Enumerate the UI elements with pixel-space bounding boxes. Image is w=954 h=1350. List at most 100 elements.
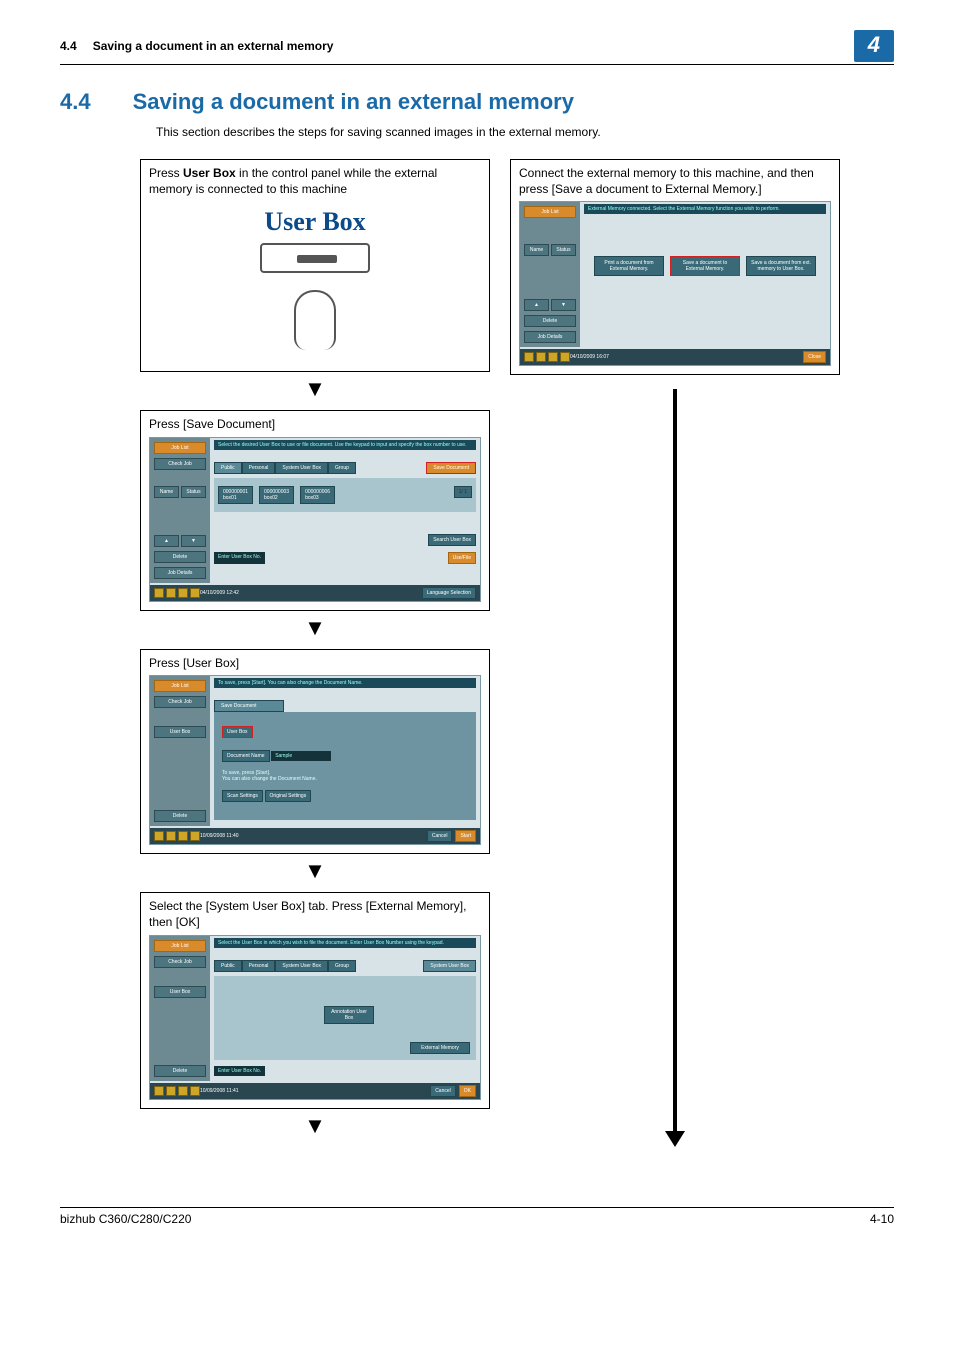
- start-button[interactable]: Start: [455, 830, 476, 842]
- delete-button[interactable]: Delete: [154, 551, 206, 563]
- step-l2: Press [Save Document] Job List Check Job…: [140, 410, 490, 611]
- screen4-content: Public Personal System User Box Group Sy…: [214, 960, 476, 1077]
- screen2-status: 04/10/2009 12:42 Language Selection: [150, 585, 480, 601]
- step-l1-cap-a: Press: [149, 166, 183, 180]
- check-job-button[interactable]: Check Job: [154, 458, 206, 470]
- tab-system[interactable]: System User Box: [275, 462, 328, 474]
- header-section-title: Saving a document in an external memory: [93, 39, 334, 53]
- job-list-button[interactable]: Job List: [154, 680, 206, 692]
- original-settings-button[interactable]: Original Settings: [265, 790, 312, 802]
- step-r1: Connect the external memory to this mach…: [510, 159, 840, 375]
- annotation-userbox-button[interactable]: Annotation User Box: [324, 1006, 374, 1024]
- tab-personal[interactable]: Personal: [242, 960, 276, 972]
- enter-box-no[interactable]: Enter User Box No.: [214, 1066, 265, 1076]
- cancel-button[interactable]: Cancel: [430, 1085, 456, 1097]
- external-memory-button[interactable]: External Memory: [410, 1042, 470, 1054]
- search-userbox-button[interactable]: Search User Box: [428, 534, 476, 546]
- hint-text: To save, press [Start]. You can also cha…: [222, 770, 468, 782]
- step-l1-caption: Press User Box in the control panel whil…: [149, 166, 481, 197]
- job-list-button[interactable]: Job List: [524, 206, 576, 218]
- arrow-down-icon: [665, 1131, 685, 1147]
- page-header: 4.4 Saving a document in an external mem…: [60, 30, 894, 65]
- step-l3-caption: Press [User Box]: [149, 656, 481, 672]
- ok-button[interactable]: OK: [459, 1085, 476, 1097]
- cancel-button[interactable]: Cancel: [427, 830, 453, 842]
- status-icons: [154, 831, 200, 841]
- save-to-ext-button[interactable]: Save a document to External Memory.: [670, 256, 740, 276]
- enter-box-no[interactable]: Enter User Box No.: [214, 552, 265, 564]
- up-button[interactable]: ▲: [524, 299, 549, 311]
- tab-system2[interactable]: System User Box: [423, 960, 476, 972]
- screen-userbox: Job List Check Job User Box Delete To sa…: [149, 675, 481, 845]
- scan-settings-button[interactable]: Scan Settings: [222, 790, 263, 802]
- arrow-down-icon: ▼: [140, 617, 490, 639]
- tab-personal[interactable]: Personal: [242, 462, 276, 474]
- intro-text: This section describes the steps for sav…: [156, 125, 894, 139]
- userbox-select-button[interactable]: User Box: [222, 726, 253, 738]
- userbox-button-outline[interactable]: [260, 243, 370, 273]
- tab-system[interactable]: System User Box: [275, 960, 328, 972]
- down-button[interactable]: ▼: [551, 299, 576, 311]
- screen-ext-memory: Job List Name Status ▲ ▼ Delete Job Deta…: [519, 201, 831, 366]
- header-section-num: 4.4: [60, 39, 77, 53]
- heading-text: Saving a document in an external memory: [133, 89, 574, 115]
- step-l1-cap-bold: User Box: [183, 166, 236, 180]
- status-datetime: 10/09/2008 11:41: [200, 1088, 239, 1094]
- screen4-status: 10/09/2008 11:41 Cancel OK: [150, 1083, 480, 1099]
- job-list-button[interactable]: Job List: [154, 442, 206, 454]
- page-footer: bizhub C360/C280/C220 4-10: [60, 1207, 894, 1226]
- screen2-content: Public Personal System User Box Group Sa…: [214, 462, 476, 579]
- status-datetime: 04/10/2009 12:42: [200, 590, 239, 596]
- step-l3: Press [User Box] Job List Check Job User…: [140, 649, 490, 855]
- flow-columns: Press User Box in the control panel whil…: [140, 159, 894, 1147]
- tab-group[interactable]: Group: [328, 960, 356, 972]
- doc-name-value[interactable]: Sample: [271, 751, 331, 761]
- col-status: Status: [181, 486, 206, 498]
- delete-button[interactable]: Delete: [154, 1065, 206, 1077]
- screen3-msg: To save, press [Start]. You can also cha…: [214, 678, 476, 688]
- use-file-button[interactable]: Use/File: [448, 552, 476, 564]
- box01[interactable]: 000000001box01: [218, 486, 253, 504]
- tab-public[interactable]: Public: [214, 960, 242, 972]
- close-button[interactable]: Close: [803, 351, 826, 363]
- job-details-button[interactable]: Job Details: [524, 331, 576, 343]
- screen4-msg: Select the User Box in which you wish to…: [214, 938, 476, 948]
- userbox-label: User Box: [149, 207, 481, 237]
- language-button[interactable]: Language Selection: [422, 587, 476, 599]
- status-icons: [154, 1086, 200, 1096]
- tab-group[interactable]: Group: [328, 462, 356, 474]
- up-button[interactable]: ▲: [154, 535, 179, 547]
- save-document-button[interactable]: Save Document: [426, 462, 476, 474]
- down-button[interactable]: ▼: [181, 535, 206, 547]
- box02[interactable]: 000000003box02: [259, 486, 294, 504]
- step-l4: Select the [System User Box] tab. Press …: [140, 892, 490, 1108]
- box03[interactable]: 000000006box03: [300, 486, 335, 504]
- check-job-button[interactable]: Check Job: [154, 696, 206, 708]
- screen3-sidebar: Job List Check Job User Box Delete: [150, 676, 210, 826]
- tab-public[interactable]: Public: [214, 462, 242, 474]
- screen2-msg: Select the desired User Box to use or fi…: [214, 440, 476, 450]
- arrow-down-icon: ▼: [140, 860, 490, 882]
- col-right: Connect the external memory to this mach…: [510, 159, 840, 1147]
- footer-model: bizhub C360/C280/C220: [60, 1212, 191, 1226]
- save-to-userbox-button[interactable]: Save a document from ext. memory to User…: [746, 256, 816, 276]
- finger-icon: [294, 290, 336, 350]
- screen-system-userbox: Job List Check Job User Box Delete Selec…: [149, 935, 481, 1100]
- job-list-button[interactable]: Job List: [154, 940, 206, 952]
- save-doc-tab: Save Document: [214, 700, 284, 712]
- step-l2-caption: Press [Save Document]: [149, 417, 481, 433]
- status-datetime: 04/10/2009 16:07: [570, 354, 609, 360]
- col-name: Name: [524, 244, 549, 256]
- screen4-tabs: Public Personal System User Box Group Sy…: [214, 960, 476, 972]
- screen-r1-sidebar: Job List Name Status ▲ ▼ Delete Job Deta…: [520, 202, 580, 347]
- delete-button[interactable]: Delete: [524, 315, 576, 327]
- check-job-button[interactable]: Check Job: [154, 956, 206, 968]
- job-details-button[interactable]: Job Details: [154, 567, 206, 579]
- screen4-sidebar: Job List Check Job User Box Delete: [150, 936, 210, 1081]
- screen3-status: 10/09/2008 11:40 Cancel Start: [150, 828, 480, 844]
- step-r1-caption: Connect the external memory to this mach…: [519, 166, 831, 197]
- delete-button[interactable]: Delete: [154, 810, 206, 822]
- screen-r1-status: 04/10/2009 16:07 Close: [520, 349, 830, 365]
- main-heading: 4.4 Saving a document in an external mem…: [60, 89, 894, 115]
- print-from-ext-button[interactable]: Print a document from External Memory.: [594, 256, 664, 276]
